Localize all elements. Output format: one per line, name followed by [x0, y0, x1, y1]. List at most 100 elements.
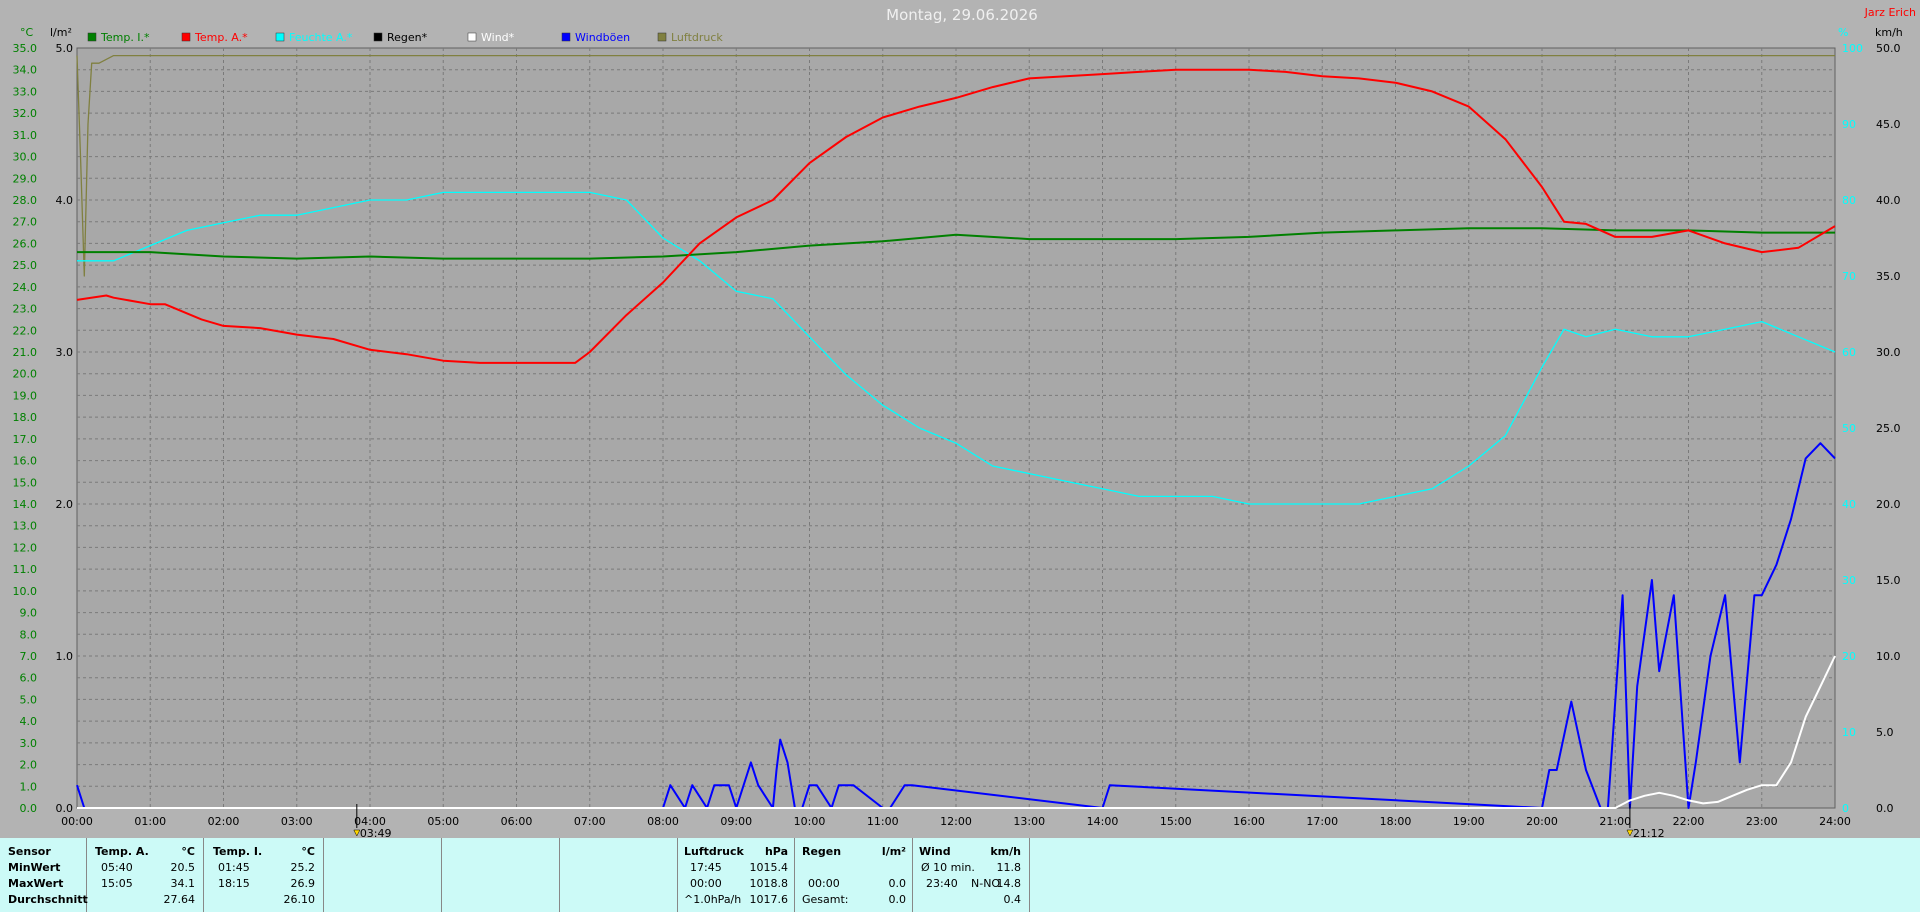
humidity-tick-label: 100 [1842, 42, 1863, 55]
temp-tick-label: 12.0 [13, 541, 38, 554]
pressure-trend-label: ^1.0hPa/h [684, 893, 742, 906]
humidity-tick-label: 0 [1842, 802, 1849, 815]
wind-tick-label: 40.0 [1876, 194, 1901, 207]
temp-tick-label: 28.0 [13, 194, 38, 207]
wind-tick-label: 30.0 [1876, 346, 1901, 359]
legend-swatch [373, 32, 383, 42]
wind-tick-label: 20.0 [1876, 498, 1901, 511]
temp-i-header: Temp. I. [213, 845, 263, 858]
time-tick-label: 07:00 [574, 815, 606, 828]
temp-tick-label: 31.0 [13, 129, 38, 142]
rain-total-value: 0.0 [888, 893, 907, 906]
temp-tick-label: 21.0 [13, 346, 38, 359]
temp-tick-label: 27.0 [13, 216, 38, 229]
temp-tick-label: 13.0 [13, 520, 38, 533]
temp-tick-label: 2.0 [20, 759, 38, 772]
statistics-panel: Sensor MinWert MaxWert Durchschnitt Temp… [0, 838, 1920, 912]
humidity-tick-label: 10 [1842, 726, 1856, 739]
wind-tick-label: 5.0 [1876, 726, 1894, 739]
stats-empty-column-2 [442, 838, 560, 912]
pressure-max-value: 1018.8 [749, 877, 789, 890]
time-tick-label: 15:00 [1160, 815, 1192, 828]
humidity-unit-label: % [1838, 26, 1848, 39]
legend-swatch [561, 32, 571, 42]
wind-tick-label: 10.0 [1876, 650, 1901, 663]
temp-tick-label: 15.0 [13, 476, 38, 489]
legend-label: Temp. I.* [100, 31, 150, 44]
wind-header: Wind [919, 845, 951, 858]
temp-tick-label: 33.0 [13, 85, 38, 98]
temp-i-min-value: 25.2 [290, 861, 316, 874]
temp-tick-label: 5.0 [20, 693, 38, 706]
temp-tick-label: 6.0 [20, 672, 38, 685]
temp-tick-label: 11.0 [13, 563, 38, 576]
temp-i-unit: °C [301, 845, 315, 858]
temp-tick-label: 0.0 [20, 802, 38, 815]
time-tick-label: 20:00 [1526, 815, 1558, 828]
temp-a-min-value: 20.5 [170, 861, 196, 874]
rain-tick-label: 4.0 [56, 194, 74, 207]
time-tick-label: 10:00 [794, 815, 826, 828]
temp-tick-label: 18.0 [13, 411, 38, 424]
temp-tick-label: 14.0 [13, 498, 38, 511]
wind-tick-label: 25.0 [1876, 422, 1901, 435]
temp-tick-label: 19.0 [13, 389, 38, 402]
legend-swatch [87, 32, 97, 42]
temp-tick-label: 8.0 [20, 628, 38, 641]
time-marker-label: 03:49 [360, 827, 392, 838]
temp-tick-label: 23.0 [13, 303, 38, 316]
wind-average-value: 11.8 [996, 861, 1022, 874]
temp-i-min-time: 01:45 [218, 861, 250, 874]
sensor-header: Sensor [8, 845, 51, 858]
time-marker-label: 21:12 [1633, 827, 1665, 838]
legend-label: Regen* [387, 31, 428, 44]
time-tick-label: 05:00 [427, 815, 459, 828]
pressure-min-value: 1015.4 [749, 861, 789, 874]
rain-total-label: Gesamt: [802, 893, 849, 906]
pressure-unit: hPa [764, 845, 788, 858]
legend-label: Wind* [481, 31, 515, 44]
time-tick-label: 13:00 [1013, 815, 1045, 828]
time-tick-label: 01:00 [134, 815, 166, 828]
minwert-label: MinWert [8, 861, 61, 874]
wind-unit: km/h [990, 845, 1021, 858]
legend-swatch [657, 32, 667, 42]
temp-a-average: 27.64 [163, 893, 196, 906]
wind-tick-label: 35.0 [1876, 270, 1901, 283]
wind-max-time: 23:40 [926, 877, 958, 890]
humidity-tick-label: 40 [1842, 498, 1856, 511]
wind-max-value: 14.8 [996, 877, 1022, 890]
legend-label: Temp. A.* [194, 31, 248, 44]
pressure-min-time: 17:45 [690, 861, 722, 874]
time-tick-label: 06:00 [501, 815, 533, 828]
time-tick-label: 22:00 [1673, 815, 1705, 828]
temp-tick-label: 34.0 [13, 64, 38, 77]
temp-unit-label: °C [20, 26, 34, 39]
time-tick-label: 16:00 [1233, 815, 1265, 828]
stats-temp-i-column: Temp. I. °C 01:45 25.2 18:15 26.9 26.10 [204, 838, 324, 912]
rain-tick-label: 0.0 [56, 802, 74, 815]
time-tick-label: 03:00 [281, 815, 313, 828]
humidity-tick-label: 20 [1842, 650, 1856, 663]
wind-tick-label: 0.0 [1876, 802, 1894, 815]
rain-tick-label: 1.0 [56, 650, 74, 663]
temp-tick-label: 7.0 [20, 650, 38, 663]
pressure-trend-value: 1017.6 [749, 893, 789, 906]
temp-tick-label: 16.0 [13, 455, 38, 468]
rain-header: Regen [802, 845, 842, 858]
stats-empty-column-3 [560, 838, 678, 912]
temp-a-max-time: 15:05 [101, 877, 133, 890]
rain-unit-label: l/m² [50, 26, 72, 39]
temp-a-min-time: 05:40 [101, 861, 133, 874]
time-tick-label: 14:00 [1087, 815, 1119, 828]
rain-max-time: 00:00 [808, 877, 840, 890]
rain-tick-label: 2.0 [56, 498, 74, 511]
wind-tick-label: 15.0 [1876, 574, 1901, 587]
time-tick-label: 00:00 [61, 815, 93, 828]
legend-label: Feuchte A.* [289, 31, 353, 44]
wind-average-label: Ø 10 min. [921, 861, 975, 874]
author-label: Jarz Erich [1864, 6, 1916, 19]
weather-chart: 0.0 1.0 2.0 3.0 4.0 5.0 6.0 7.0 8.0 9.0 10.0 11.0 12… [0, 0, 1920, 838]
temp-tick-label: 3.0 [20, 737, 38, 750]
time-tick-label: 21:00 [1599, 815, 1631, 828]
